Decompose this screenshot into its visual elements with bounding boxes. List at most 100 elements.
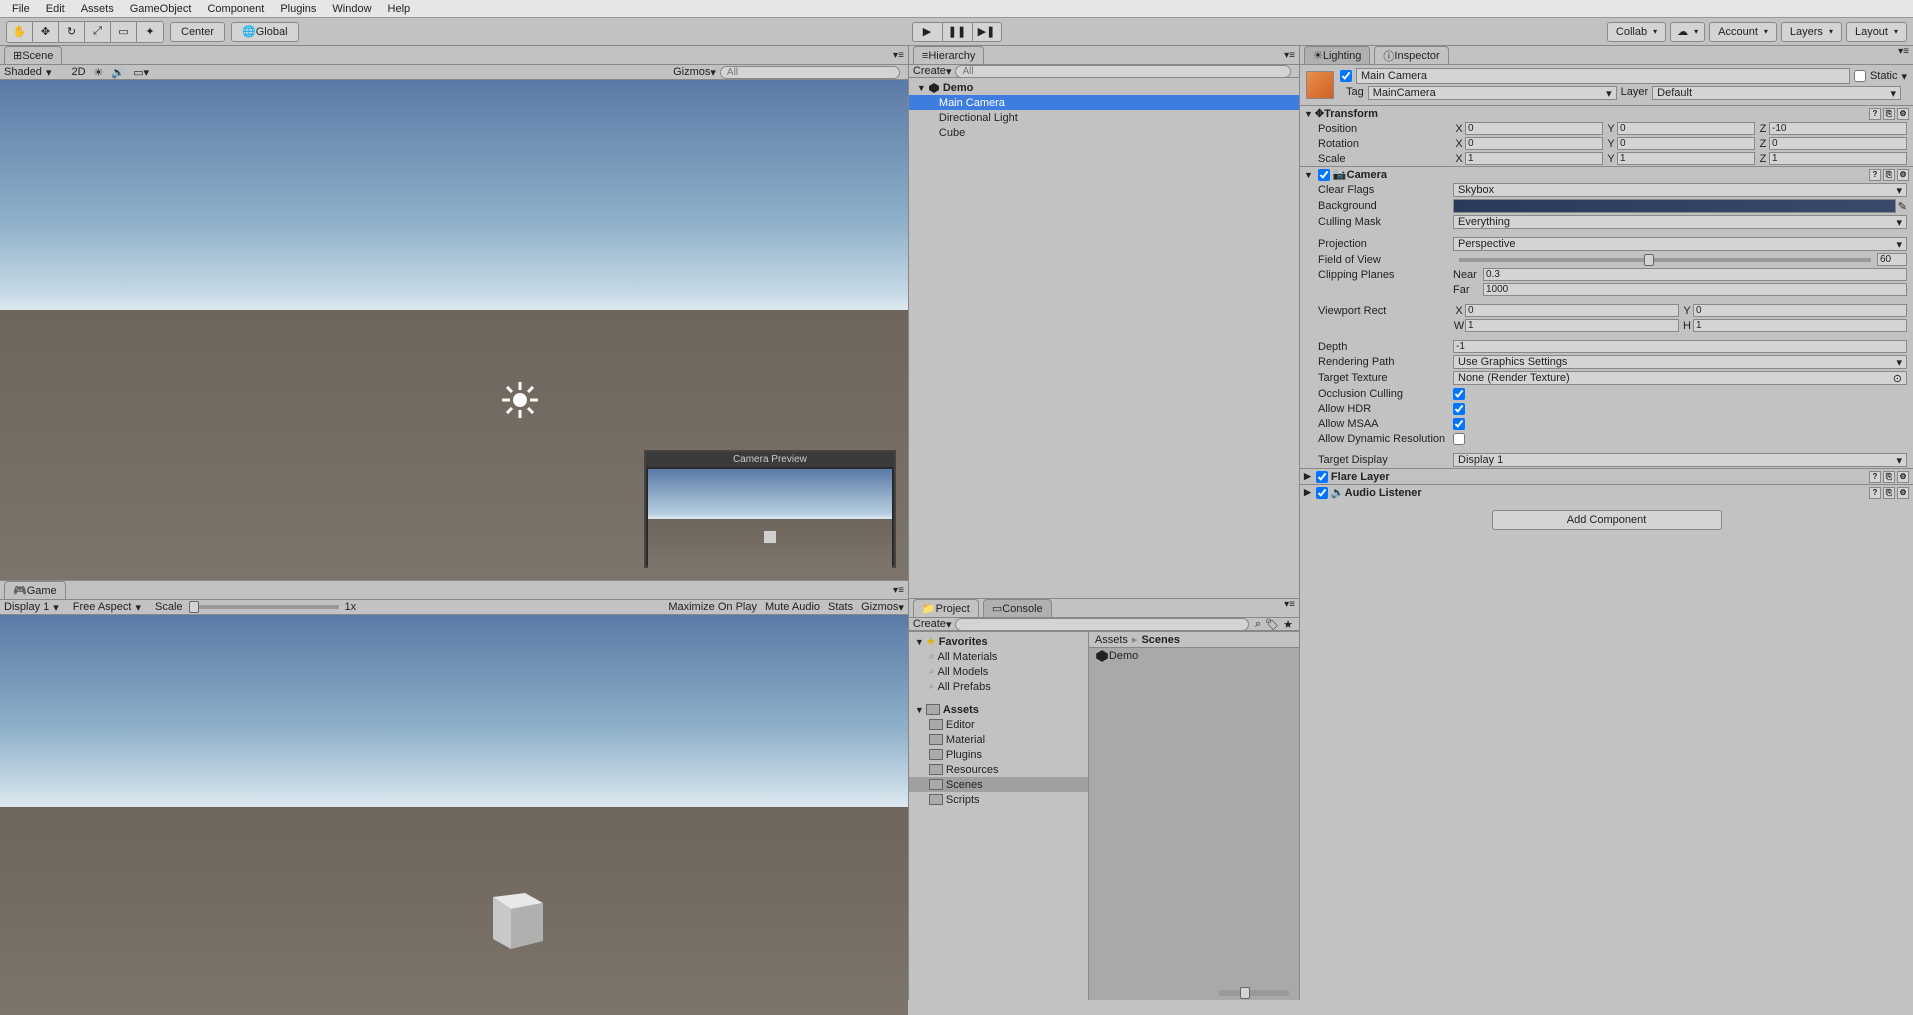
- search-filter-icon[interactable]: ⌕: [1255, 618, 1261, 631]
- gameobject-icon[interactable]: [1306, 71, 1334, 99]
- rendering-path-dropdown[interactable]: Use Graphics Settings▾: [1453, 355, 1907, 369]
- panel-options-icon[interactable]: ▾≡: [893, 50, 904, 61]
- filter-label-icon[interactable]: 🏷: [1265, 618, 1279, 631]
- step-button[interactable]: ▶❚: [972, 22, 1002, 42]
- tag-dropdown[interactable]: MainCamera▾: [1368, 86, 1617, 100]
- preset-icon[interactable]: ⎘: [1883, 471, 1895, 483]
- audio-listener-component[interactable]: ▶ 🔊 Audio Listener?⎘⚙: [1300, 484, 1913, 500]
- camera-component[interactable]: ▼ 📷 Camera?⎘⚙: [1300, 166, 1913, 182]
- menu-plugins[interactable]: Plugins: [272, 1, 324, 17]
- preset-icon[interactable]: ⎘: [1883, 487, 1895, 499]
- preset-icon[interactable]: ⎘: [1883, 169, 1895, 181]
- dyn-res-checkbox[interactable]: [1453, 433, 1465, 445]
- display-dropdown[interactable]: Display 1: [4, 601, 49, 613]
- panel-options-icon[interactable]: ▾≡: [1898, 46, 1909, 64]
- fav-all-models[interactable]: ⌕All Models: [909, 664, 1088, 679]
- fav-all-materials[interactable]: ⌕All Materials: [909, 649, 1088, 664]
- inspector-tab[interactable]: ⓘ Inspector: [1374, 46, 1448, 64]
- audio-toggle-icon[interactable]: 🔊: [111, 66, 125, 79]
- collab-dropdown[interactable]: Collab: [1607, 22, 1666, 42]
- menu-window[interactable]: Window: [324, 1, 379, 17]
- flare-layer-component[interactable]: ▶ Flare Layer?⎘⚙: [1300, 468, 1913, 484]
- msaa-checkbox[interactable]: [1453, 418, 1465, 430]
- gizmos-dropdown[interactable]: Gizmos: [673, 66, 710, 78]
- cloud-button[interactable]: ☁: [1670, 22, 1705, 42]
- breadcrumb-assets[interactable]: Assets: [1095, 634, 1128, 646]
- hdr-checkbox[interactable]: [1453, 403, 1465, 415]
- game-viewport[interactable]: [0, 615, 908, 1015]
- scene-row[interactable]: ▼Demo: [909, 80, 1299, 95]
- fov-value[interactable]: [1877, 253, 1907, 266]
- target-display-dropdown[interactable]: Display 1▾: [1453, 453, 1907, 467]
- fx-toggle-icon[interactable]: ▭▾: [133, 66, 149, 79]
- rect-tool[interactable]: ▭: [111, 22, 137, 42]
- active-checkbox[interactable]: [1340, 70, 1352, 82]
- scene-tab[interactable]: ⊞ Scene: [4, 46, 62, 64]
- scale-tool[interactable]: ⤢: [85, 22, 111, 42]
- hierarchy-item-cube[interactable]: Cube: [909, 125, 1299, 140]
- directional-light-gizmo[interactable]: [500, 380, 540, 420]
- scl-x[interactable]: [1465, 152, 1603, 165]
- play-button[interactable]: ▶: [912, 22, 942, 42]
- pause-button[interactable]: ❚❚: [942, 22, 972, 42]
- far-value[interactable]: [1483, 283, 1907, 296]
- hand-tool[interactable]: ✋: [7, 22, 33, 42]
- panel-options-icon[interactable]: ▾≡: [1284, 50, 1295, 61]
- occlusion-checkbox[interactable]: [1453, 388, 1465, 400]
- favorites-folder[interactable]: ▼★Favorites: [909, 634, 1088, 649]
- project-search[interactable]: [955, 618, 1249, 631]
- gear-icon[interactable]: ⚙: [1897, 487, 1909, 499]
- game-gizmos-dropdown[interactable]: Gizmos: [861, 601, 898, 613]
- thumbnail-size-slider[interactable]: [1219, 990, 1289, 996]
- fov-slider[interactable]: [1459, 258, 1871, 262]
- space-toggle[interactable]: 🌐 Global: [231, 22, 299, 42]
- folder-resources[interactable]: Resources: [909, 762, 1088, 777]
- hierarchy-item-directional-light[interactable]: Directional Light: [909, 110, 1299, 125]
- vp-y[interactable]: [1693, 304, 1907, 317]
- help-icon[interactable]: ?: [1869, 108, 1881, 120]
- filter-star-icon[interactable]: ★: [1283, 618, 1293, 631]
- aspect-dropdown[interactable]: Free Aspect: [73, 601, 132, 613]
- panel-options-icon[interactable]: ▾≡: [893, 585, 904, 596]
- menu-edit[interactable]: Edit: [38, 1, 73, 17]
- project-create[interactable]: Create: [913, 618, 946, 630]
- layout-dropdown[interactable]: Layout: [1846, 22, 1907, 42]
- layer-dropdown[interactable]: Default▾: [1652, 86, 1901, 100]
- preset-icon[interactable]: ⎘: [1883, 108, 1895, 120]
- account-dropdown[interactable]: Account: [1709, 22, 1777, 42]
- vp-w[interactable]: [1465, 319, 1679, 332]
- scene-search[interactable]: [720, 66, 900, 79]
- menu-assets[interactable]: Assets: [73, 1, 122, 17]
- scl-y[interactable]: [1617, 152, 1755, 165]
- scene-viewport[interactable]: Camera Preview: [0, 80, 908, 580]
- eyedropper-icon[interactable]: ✎: [1898, 200, 1907, 213]
- culling-mask-dropdown[interactable]: Everything▾: [1453, 215, 1907, 229]
- pos-x[interactable]: [1465, 122, 1603, 135]
- folder-material[interactable]: Material: [909, 732, 1088, 747]
- gear-icon[interactable]: ⚙: [1897, 471, 1909, 483]
- pos-z[interactable]: [1769, 122, 1907, 135]
- folder-editor[interactable]: Editor: [909, 717, 1088, 732]
- hierarchy-item-main-camera[interactable]: Main Camera: [909, 95, 1299, 110]
- menu-file[interactable]: File: [4, 1, 38, 17]
- vp-h[interactable]: [1693, 319, 1907, 332]
- 2d-toggle[interactable]: 2D: [71, 66, 85, 78]
- menu-gameobject[interactable]: GameObject: [122, 1, 200, 17]
- maximize-toggle[interactable]: Maximize On Play: [668, 601, 757, 613]
- panel-options-icon[interactable]: ▾≡: [1284, 599, 1295, 617]
- gear-icon[interactable]: ⚙: [1897, 169, 1909, 181]
- object-name-input[interactable]: [1356, 68, 1850, 84]
- background-color[interactable]: [1453, 199, 1896, 213]
- hierarchy-search[interactable]: [955, 65, 1291, 78]
- gear-icon[interactable]: ⚙: [1897, 108, 1909, 120]
- asset-demo-scene[interactable]: Demo: [1089, 648, 1299, 663]
- rot-x[interactable]: [1465, 137, 1603, 150]
- transform-component[interactable]: ▼ ✥ Transform?⎘⚙: [1300, 105, 1913, 121]
- vp-x[interactable]: [1465, 304, 1679, 317]
- folder-plugins[interactable]: Plugins: [909, 747, 1088, 762]
- project-tab[interactable]: 📁 Project: [913, 599, 979, 617]
- depth-value[interactable]: [1453, 340, 1907, 353]
- lighting-toggle-icon[interactable]: ☀: [94, 66, 104, 79]
- move-tool[interactable]: ✥: [33, 22, 59, 42]
- flare-enabled[interactable]: [1316, 471, 1328, 483]
